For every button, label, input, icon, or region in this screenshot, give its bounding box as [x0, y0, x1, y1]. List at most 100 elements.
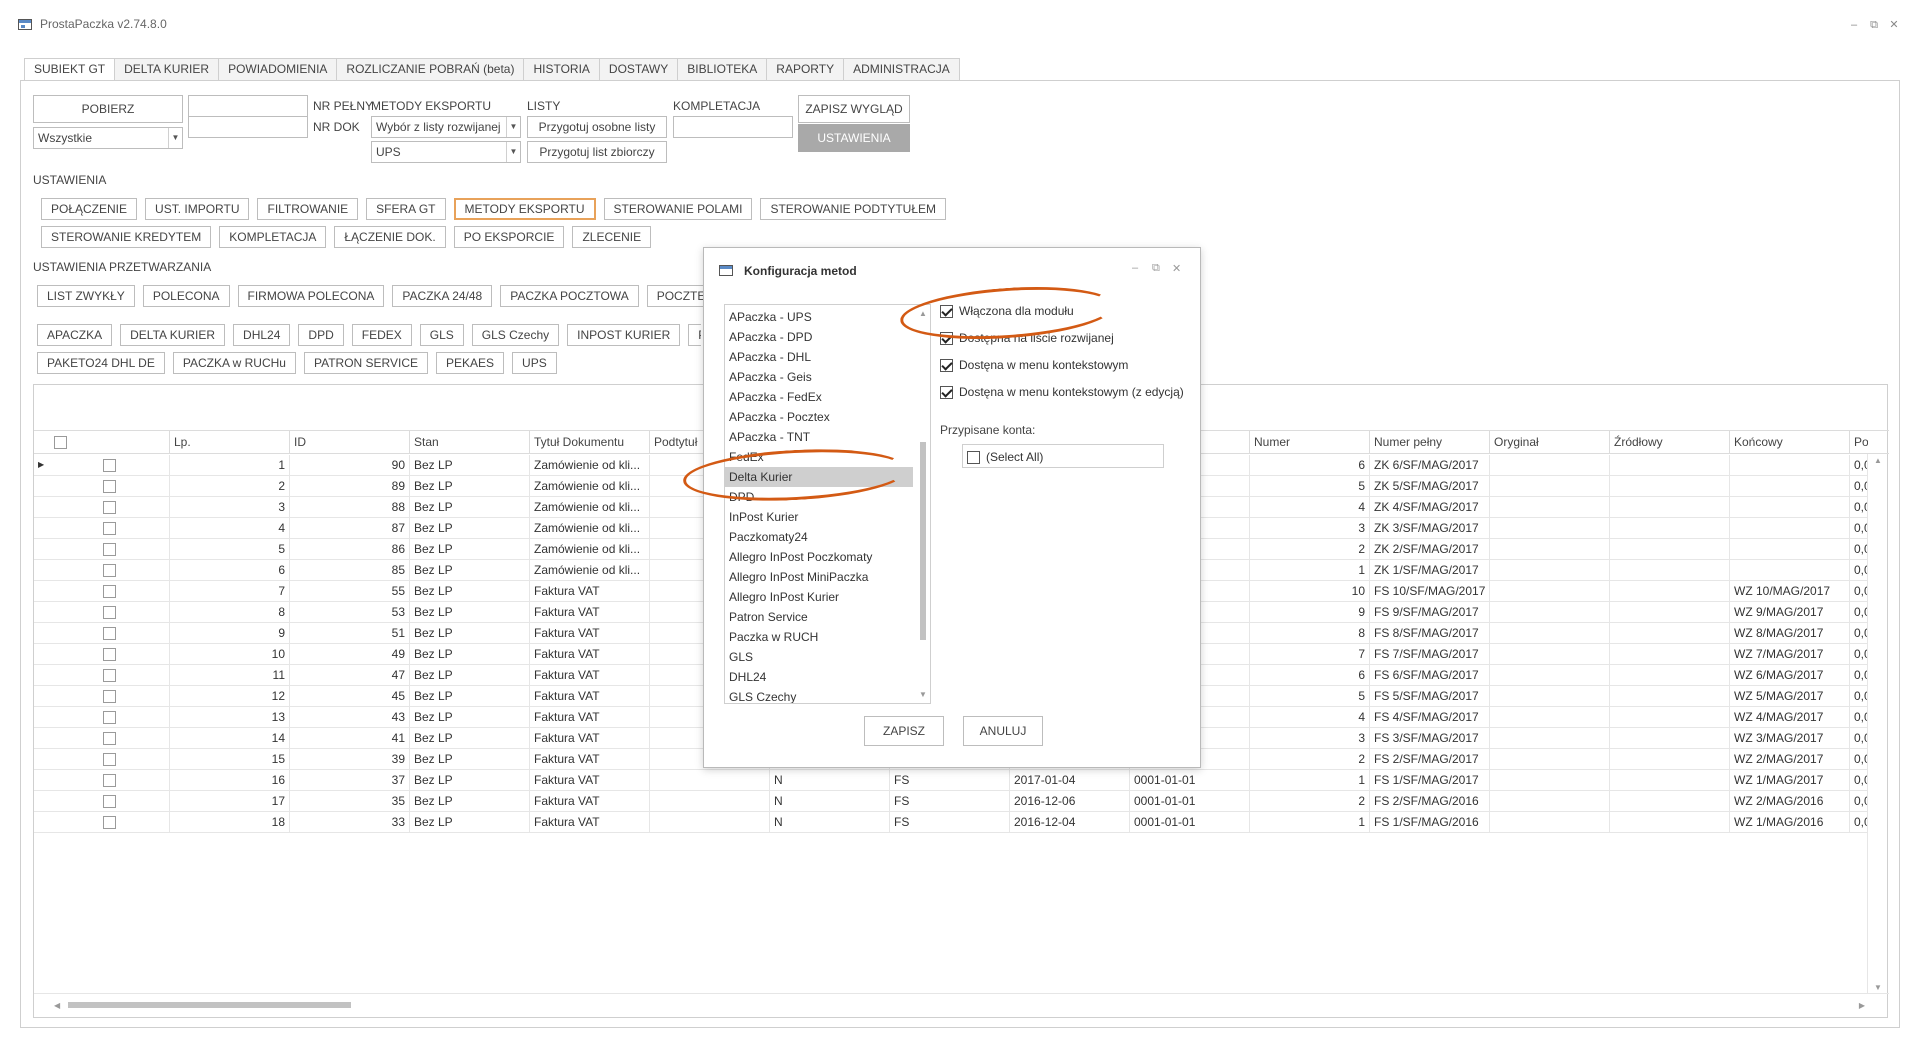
- col-id[interactable]: ID: [289, 431, 409, 454]
- gls-czechy-button[interactable]: GLS Czechy: [471, 324, 560, 346]
- prepare-collective-button[interactable]: Przygotuj list zbiorczy: [527, 141, 667, 163]
- patron-service-button[interactable]: PATRON SERVICE: [303, 352, 428, 374]
- select-all-checkbox[interactable]: [54, 436, 67, 449]
- fetch-button[interactable]: POBIERZ: [33, 95, 183, 123]
- method-list-item[interactable]: APaczka - TNT: [725, 427, 913, 447]
- pekaes-button[interactable]: PEKAES: [436, 352, 505, 374]
- order-button[interactable]: ZLECENIE: [572, 226, 652, 248]
- nr-pelny-input[interactable]: [188, 95, 308, 117]
- polaczenie-button[interactable]: POŁĄCZENIE: [41, 198, 138, 220]
- row-checkbox[interactable]: [103, 606, 116, 619]
- ups-button[interactable]: UPS: [512, 352, 557, 374]
- after-export-button[interactable]: PO EKSPORCIE: [453, 226, 565, 248]
- row-checkbox[interactable]: [103, 585, 116, 598]
- method-list-item[interactable]: Paczka w RUCH: [725, 627, 913, 647]
- dialog-maximize-icon[interactable]: ⧉: [1152, 262, 1160, 275]
- col-oryginal[interactable]: Oryginał: [1489, 431, 1609, 454]
- col-koncowy[interactable]: Końcowy: [1729, 431, 1849, 454]
- option-context-menu-edit[interactable]: Dostęna w menu kontekstowym (z edycją): [940, 382, 1184, 402]
- col-numer[interactable]: Numer: [1249, 431, 1369, 454]
- method-list-item[interactable]: DHL24: [725, 667, 913, 687]
- option-context-menu[interactable]: Dostęna w menu kontekstowym: [940, 355, 1128, 375]
- method-list-item[interactable]: Allegro InPost MiniPaczka: [725, 567, 913, 587]
- filtering-button[interactable]: FILTROWANIE: [257, 198, 359, 220]
- methods-scroll-thumb[interactable]: [920, 442, 926, 640]
- filter-select[interactable]: Wszystkie ▼: [33, 127, 183, 149]
- tab-raporty[interactable]: RAPORTY: [767, 58, 845, 81]
- method-list-item[interactable]: Allegro InPost Poczkomaty: [725, 547, 913, 567]
- close-icon[interactable]: ✕: [1886, 17, 1902, 33]
- tab-dostawy[interactable]: DOSTAWY: [599, 58, 679, 81]
- select-all-accounts-checkbox[interactable]: [967, 450, 980, 464]
- scroll-right-icon[interactable]: ▶: [1859, 1001, 1865, 1010]
- kompletacja-button[interactable]: KOMPLETACJA: [219, 226, 327, 248]
- fedex-button[interactable]: FEDEX: [351, 324, 412, 346]
- row-checkbox[interactable]: [103, 690, 116, 703]
- method-list-item[interactable]: Paczkomaty24: [725, 527, 913, 547]
- method-list-item[interactable]: Allegro InPost Kurier: [725, 587, 913, 607]
- row-checkbox[interactable]: [103, 627, 116, 640]
- option-enabled-for-module[interactable]: Włączona dla modułu: [940, 301, 1074, 321]
- nr-dok-input[interactable]: [188, 116, 308, 138]
- method-list-item[interactable]: APaczka - Pocztex: [725, 407, 913, 427]
- paczkomaty-button[interactable]: PACZKO: [688, 324, 701, 346]
- kompletacja-input[interactable]: [673, 116, 793, 138]
- scroll-down-icon[interactable]: ▼: [919, 690, 927, 699]
- export-methods-button[interactable]: METODY EKSPORTU: [453, 198, 596, 220]
- method-list-item[interactable]: DPD: [725, 487, 913, 507]
- paczka-pocztowa-button[interactable]: PACZKA POCZTOWA: [500, 285, 639, 307]
- row-checkbox[interactable]: [103, 459, 116, 472]
- col-tytul[interactable]: Tytuł Dokumentu: [529, 431, 649, 454]
- row-checkbox[interactable]: [103, 480, 116, 493]
- dialog-cancel-button[interactable]: ANULUJ: [963, 716, 1043, 746]
- method-list-item[interactable]: GLS: [725, 647, 913, 667]
- tab-rozliczanie-pobran[interactable]: ROZLICZANIE POBRAŃ (beta): [337, 58, 525, 81]
- scroll-down-icon[interactable]: ▼: [1874, 983, 1882, 992]
- method-list-item[interactable]: InPost Kurier: [725, 507, 913, 527]
- row-checkbox[interactable]: [103, 753, 116, 766]
- method-list-item[interactable]: FedEx: [725, 447, 913, 467]
- method-list-item[interactable]: Patron Service: [725, 607, 913, 627]
- method-list-item[interactable]: APaczka - FedEx: [725, 387, 913, 407]
- field-control-button[interactable]: STEROWANIE POLAMI: [603, 198, 753, 220]
- row-checkbox[interactable]: [103, 522, 116, 535]
- col-zrodlowy[interactable]: Źródłowy: [1609, 431, 1729, 454]
- minimize-icon[interactable]: –: [1846, 17, 1862, 33]
- table-row[interactable]: 18 33 Bez LP Faktura VAT N FS 2016-12-04 0001-0…: [34, 812, 1868, 833]
- inpost-kurier-button[interactable]: INPOST KURIER: [567, 324, 681, 346]
- row-checkbox[interactable]: [103, 816, 116, 829]
- method-list-item[interactable]: APaczka - UPS: [725, 307, 913, 327]
- select-all-accounts[interactable]: (Select All): [967, 447, 1043, 467]
- context-menu-edit-checkbox[interactable]: [940, 385, 953, 399]
- paczka-ruch-button[interactable]: PACZKA w RUCHu: [172, 352, 296, 374]
- firmowa-polecona-button[interactable]: FIRMOWA POLECONA: [237, 285, 385, 307]
- method-list-item[interactable]: APaczka - Geis: [725, 367, 913, 387]
- sfera-gt-button[interactable]: SFERA GT: [366, 198, 446, 220]
- row-checkbox[interactable]: [103, 732, 116, 745]
- tab-historia[interactable]: HISTORIA: [524, 58, 600, 81]
- enabled-checkbox[interactable]: [940, 304, 953, 318]
- table-row[interactable]: 17 35 Bez LP Faktura VAT N FS 2016-12-06 0001-0…: [34, 791, 1868, 812]
- credit-control-button[interactable]: STEROWANIE KREDYTEM: [41, 226, 212, 248]
- tab-delta-kurier[interactable]: DELTA KURIER: [115, 58, 220, 81]
- scroll-up-icon[interactable]: ▲: [919, 309, 927, 318]
- dialog-close-icon[interactable]: ✕: [1172, 262, 1181, 275]
- grid-vertical-scrollbar[interactable]: ▲ ▼: [1867, 454, 1887, 994]
- col-numer-pelny[interactable]: Numer pełny: [1369, 431, 1489, 454]
- row-checkbox[interactable]: [103, 795, 116, 808]
- col-stan[interactable]: Stan: [409, 431, 529, 454]
- tab-administracja[interactable]: ADMINISTRACJA: [844, 58, 960, 81]
- context-menu-checkbox[interactable]: [940, 358, 953, 372]
- tab-biblioteka[interactable]: BIBLIOTEKA: [678, 58, 768, 81]
- maximize-icon[interactable]: ⧉: [1866, 17, 1882, 33]
- col-lp[interactable]: Lp.: [169, 431, 289, 454]
- scroll-up-icon[interactable]: ▲: [1874, 456, 1882, 465]
- option-available-dropdown[interactable]: Dostępna na liście rozwijanej: [940, 328, 1114, 348]
- table-row[interactable]: 16 37 Bez LP Faktura VAT N FS 2017-01-04 0001-0…: [34, 770, 1868, 791]
- merge-docs-button[interactable]: ŁĄCZENIE DOK.: [334, 226, 446, 248]
- row-checkbox[interactable]: [103, 648, 116, 661]
- method-list-item[interactable]: Delta Kurier: [725, 467, 913, 487]
- row-checkbox[interactable]: [103, 501, 116, 514]
- row-checkbox[interactable]: [103, 711, 116, 724]
- row-checkbox[interactable]: [103, 564, 116, 577]
